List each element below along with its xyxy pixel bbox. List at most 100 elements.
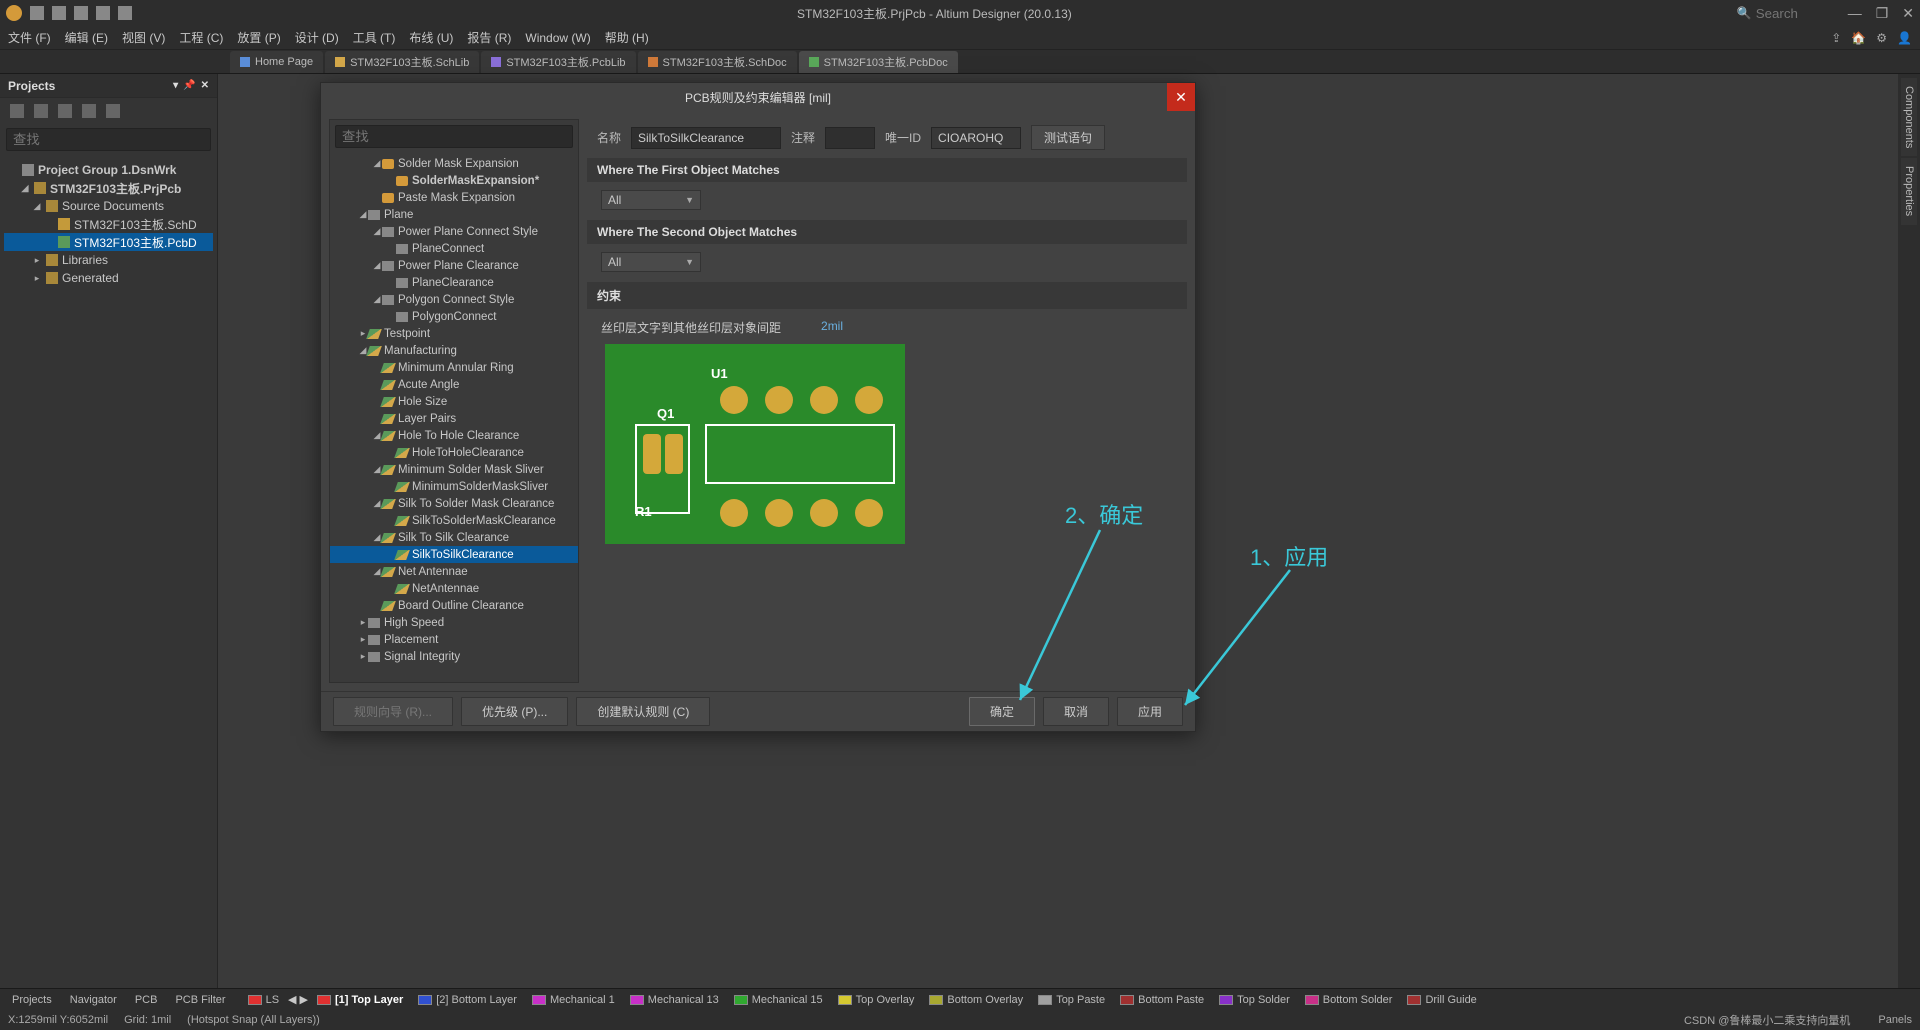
doc-tab[interactable]: STM32F103主板.SchDoc bbox=[638, 51, 797, 73]
layer-item[interactable]: Top Paste bbox=[1032, 993, 1111, 1007]
close-icon[interactable]: ✕ bbox=[1902, 5, 1914, 22]
rules-tree-row[interactable]: ◢Power Plane Connect Style bbox=[330, 223, 578, 240]
share-icon[interactable]: ⇪ bbox=[1831, 31, 1841, 45]
create-default-button[interactable]: 创建默认规则 (C) bbox=[576, 697, 710, 726]
global-search[interactable]: 🔍 bbox=[1737, 6, 1836, 21]
tree-row[interactable]: Project Group 1.DsnWrk bbox=[4, 161, 213, 179]
btm-tab-navigator[interactable]: Navigator bbox=[62, 992, 125, 1008]
rules-tree-row[interactable]: ◢Polygon Connect Style bbox=[330, 291, 578, 308]
compile-icon[interactable] bbox=[34, 104, 48, 118]
btm-tab-pcb[interactable]: PCB bbox=[127, 992, 166, 1008]
rules-tree-row[interactable]: Acute Angle bbox=[330, 376, 578, 393]
layer-item[interactable]: [2] Bottom Layer bbox=[412, 993, 523, 1007]
folder-icon[interactable] bbox=[74, 6, 88, 20]
menu-help[interactable]: 帮助 (H) bbox=[605, 29, 649, 46]
rules-tree-row[interactable]: Hole Size bbox=[330, 393, 578, 410]
menu-file[interactable]: 文件 (F) bbox=[8, 29, 51, 46]
tree-row[interactable]: ◢Source Documents bbox=[4, 197, 213, 215]
btm-tab-pcbfilter[interactable]: PCB Filter bbox=[167, 992, 233, 1008]
panel-close-icon[interactable]: ✕ bbox=[201, 80, 209, 91]
ok-button[interactable]: 确定 bbox=[969, 697, 1035, 726]
layer-item[interactable]: Drill Guide bbox=[1401, 993, 1482, 1007]
rules-tree-row[interactable]: ◢Power Plane Clearance bbox=[330, 257, 578, 274]
tree-row[interactable]: ◢STM32F103主板.PrjPcb bbox=[4, 179, 213, 197]
constraint-value[interactable]: 2mil bbox=[821, 319, 843, 336]
layer-nav-right[interactable]: ▶ bbox=[300, 993, 308, 1006]
layer-item[interactable]: Top Overlay bbox=[832, 993, 921, 1007]
menu-tools[interactable]: 工具 (T) bbox=[353, 29, 396, 46]
rules-tree-row[interactable]: Board Outline Clearance bbox=[330, 597, 578, 614]
layer-item[interactable]: Top Solder bbox=[1213, 993, 1296, 1007]
layer-ls[interactable]: LS bbox=[242, 993, 285, 1007]
rules-tree[interactable]: ◢Solder Mask ExpansionSolderMaskExpansio… bbox=[330, 153, 578, 682]
tree-row[interactable]: ▸Generated bbox=[4, 269, 213, 287]
rule-uid-input[interactable] bbox=[931, 127, 1021, 149]
settings-icon[interactable] bbox=[106, 104, 120, 118]
rules-tree-row[interactable]: ▸Testpoint bbox=[330, 325, 578, 342]
rules-tree-row[interactable]: SolderMaskExpansion* bbox=[330, 172, 578, 189]
gear-icon[interactable]: ⚙ bbox=[1876, 31, 1887, 45]
first-match-combo[interactable]: All▼ bbox=[601, 190, 701, 210]
rules-tree-row[interactable]: Layer Pairs bbox=[330, 410, 578, 427]
rules-tree-row[interactable]: ◢Silk To Solder Mask Clearance bbox=[330, 495, 578, 512]
menu-project[interactable]: 工程 (C) bbox=[179, 29, 223, 46]
panels-button[interactable]: Panels bbox=[1878, 1014, 1912, 1026]
rules-tree-row[interactable]: Minimum Annular Ring bbox=[330, 359, 578, 376]
btm-tab-projects[interactable]: Projects bbox=[4, 992, 60, 1008]
rules-tree-row[interactable]: ◢Hole To Hole Clearance bbox=[330, 427, 578, 444]
layer-item[interactable]: Mechanical 1 bbox=[526, 993, 621, 1007]
user-icon[interactable]: 👤 bbox=[1897, 31, 1912, 45]
menu-icon[interactable] bbox=[118, 6, 132, 20]
rules-tree-row[interactable]: PolygonConnect bbox=[330, 308, 578, 325]
apply-button[interactable]: 应用 bbox=[1117, 697, 1183, 726]
dialog-titlebar[interactable]: PCB规则及约束编辑器 [mil] ✕ bbox=[321, 83, 1195, 111]
layer-item[interactable]: Mechanical 13 bbox=[624, 993, 725, 1007]
test-query-button[interactable]: 测试语句 bbox=[1031, 125, 1105, 150]
recent-icon[interactable] bbox=[96, 6, 110, 20]
collapse-icon[interactable] bbox=[82, 104, 96, 118]
layer-item[interactable]: Bottom Solder bbox=[1299, 993, 1399, 1007]
tree-row[interactable]: ▸Libraries bbox=[4, 251, 213, 269]
rules-tree-row[interactable]: ▸High Speed bbox=[330, 614, 578, 631]
tree-row[interactable]: STM32F103主板.SchD bbox=[4, 215, 213, 233]
cancel-button[interactable]: 取消 bbox=[1043, 697, 1109, 726]
refresh-icon[interactable] bbox=[10, 104, 24, 118]
rules-tree-row[interactable]: PlaneConnect bbox=[330, 240, 578, 257]
rules-tree-row[interactable]: ▸Signal Integrity bbox=[330, 648, 578, 665]
second-match-combo[interactable]: All▼ bbox=[601, 252, 701, 272]
minimize-icon[interactable]: — bbox=[1848, 5, 1862, 22]
expand-icon[interactable] bbox=[58, 104, 72, 118]
rule-wizard-button[interactable]: 规则向导 (R)... bbox=[333, 697, 453, 726]
tab-properties[interactable]: Properties bbox=[1901, 158, 1917, 224]
panel-dropdown-icon[interactable]: ▾ bbox=[173, 80, 178, 91]
panel-pin-icon[interactable]: 📌 bbox=[183, 80, 195, 91]
rules-tree-row[interactable]: ◢Manufacturing bbox=[330, 342, 578, 359]
rules-tree-row[interactable]: ◢Plane bbox=[330, 206, 578, 223]
tab-components[interactable]: Components bbox=[1901, 78, 1917, 156]
home-icon[interactable]: 🏠 bbox=[1851, 31, 1866, 45]
menu-place[interactable]: 放置 (P) bbox=[237, 29, 280, 46]
layer-item[interactable]: Bottom Paste bbox=[1114, 993, 1210, 1007]
rule-comment-input[interactable] bbox=[825, 127, 875, 149]
doc-tab[interactable]: STM32F103主板.PcbDoc bbox=[799, 51, 958, 73]
rules-tree-row[interactable]: ◢Solder Mask Expansion bbox=[330, 155, 578, 172]
menu-design[interactable]: 设计 (D) bbox=[295, 29, 339, 46]
maximize-icon[interactable]: ❐ bbox=[1876, 5, 1889, 22]
menu-report[interactable]: 报告 (R) bbox=[467, 29, 511, 46]
rules-tree-row[interactable]: ◢Net Antennae bbox=[330, 563, 578, 580]
tree-row[interactable]: STM32F103主板.PcbD bbox=[4, 233, 213, 251]
doc-tab[interactable]: Home Page bbox=[230, 51, 323, 73]
projects-tree[interactable]: Project Group 1.DsnWrk◢STM32F103主板.PrjPc… bbox=[0, 155, 217, 988]
rules-search-input[interactable] bbox=[335, 125, 573, 148]
rules-tree-row[interactable]: ◢Minimum Solder Mask Sliver bbox=[330, 461, 578, 478]
search-input[interactable] bbox=[1756, 6, 1836, 21]
layer-nav-left[interactable]: ◀ bbox=[288, 993, 296, 1006]
projects-search-input[interactable] bbox=[6, 128, 211, 151]
rules-tree-row[interactable]: Paste Mask Expansion bbox=[330, 189, 578, 206]
rules-tree-row[interactable]: PlaneClearance bbox=[330, 274, 578, 291]
rules-tree-row[interactable]: SilkToSolderMaskClearance bbox=[330, 512, 578, 529]
rule-name-input[interactable] bbox=[631, 127, 781, 149]
rules-tree-row[interactable]: ▸Placement bbox=[330, 631, 578, 648]
rules-tree-row[interactable]: MinimumSolderMaskSliver bbox=[330, 478, 578, 495]
rules-tree-row[interactable]: HoleToHoleClearance bbox=[330, 444, 578, 461]
